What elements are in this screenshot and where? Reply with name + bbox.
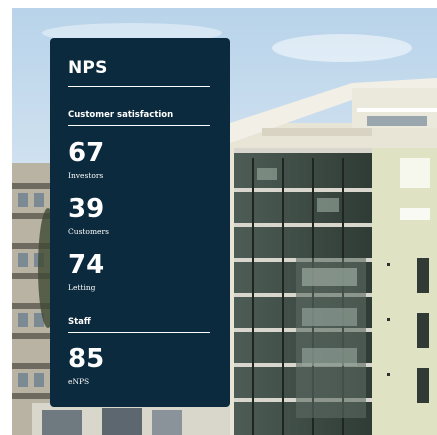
stat-label-letting: Letting (68, 283, 96, 292)
balcony-stack (234, 148, 372, 435)
title-divider (68, 86, 210, 87)
section-divider (68, 332, 210, 333)
stat-value-investors: 67 (68, 138, 105, 168)
stat-value-letting: 74 (68, 250, 105, 280)
stat-label-enps: eNPS (68, 377, 90, 386)
card-title: NPS (68, 58, 108, 78)
section-divider (68, 125, 210, 126)
section-label-staff: Staff (68, 317, 91, 327)
nps-card: NPS Customer satisfaction 67 Investors 3… (50, 38, 230, 407)
stat-value-enps: 85 (68, 344, 105, 374)
section-label-customer-satisfaction: Customer satisfaction (68, 110, 174, 120)
bottom-houses (32, 403, 232, 435)
stat-label-customers: Customers (68, 227, 109, 236)
stat-value-customers: 39 (68, 194, 105, 224)
stat-label-investors: Investors (68, 171, 104, 180)
